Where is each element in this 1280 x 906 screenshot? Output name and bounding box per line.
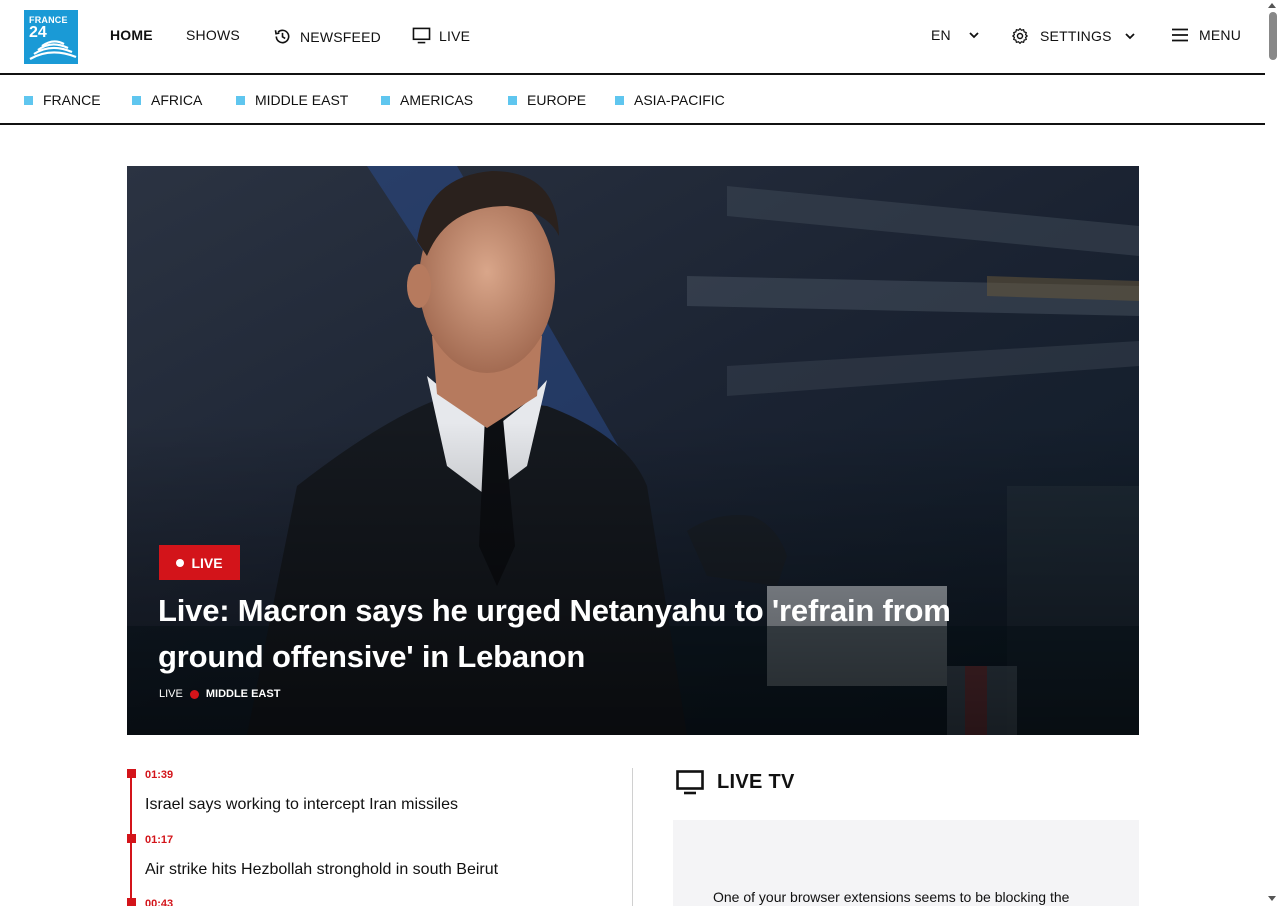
hero-meta-type: LIVE [159,688,183,700]
column-divider [632,768,633,906]
feed-time: 01:17 [145,834,174,846]
nav-home[interactable]: HOME [110,27,153,43]
settings-label: SETTINGS [1040,28,1112,44]
tv-icon [412,27,431,44]
feed-marker-icon [127,898,136,906]
live-tv-title: LIVE TV [717,771,795,793]
scroll-down-arrow-icon[interactable] [1268,896,1276,901]
history-icon [274,29,290,44]
adblock-message: One of your browser extensions seems to … [713,889,1070,905]
region-americas[interactable]: AMERICAS [381,92,473,108]
region-label: ASIA-PACIFIC [634,92,725,108]
scroll-up-arrow-icon[interactable] [1268,3,1276,8]
region-label: AFRICA [151,92,203,108]
region-label: MIDDLE EAST [255,92,349,108]
region-square-icon [615,95,624,105]
live-badge-label: LIVE [191,554,223,571]
nav-home-label: HOME [110,27,153,43]
menu-label: MENU [1199,27,1242,43]
tv-icon [676,770,704,795]
region-square-icon [236,95,245,105]
nav-live[interactable]: LIVE [412,27,470,44]
region-france[interactable]: FRANCE [24,92,101,108]
gear-icon [1012,27,1028,45]
region-label: AMERICAS [400,92,474,108]
nav-newsfeed-label: NEWSFEED [300,28,381,45]
logo-text-24: 24 [29,24,47,41]
language-selector[interactable]: EN [931,27,980,43]
region-europe[interactable]: EUROPE [508,92,586,108]
region-middle-east[interactable]: MIDDLE EAST [236,92,348,108]
hero-article[interactable]: LIVE Live: Macron says he urged Netanyah… [127,166,1139,735]
hamburger-icon [1172,28,1188,42]
feed-marker-icon [127,834,136,843]
hero-meta-category[interactable]: MIDDLE EAST [206,688,281,700]
feed-item[interactable]: Air strike hits Hezbollah stronghold in … [145,861,498,879]
settings-button[interactable]: SETTINGS [1011,27,1136,45]
top-header: FRANCE 24 HOME SHOWS NEWSFEED LIVE EN SE… [0,0,1265,75]
hero-headline[interactable]: Live: Macron says he urged Netanyahu to … [158,588,1058,680]
feed-item[interactable]: Israel says working to intercept Iran mi… [145,796,458,814]
nav-live-label: LIVE [439,27,471,44]
region-africa[interactable]: AFRICA [132,92,202,108]
region-square-icon [508,95,517,105]
region-label: EUROPE [527,92,587,108]
feed-marker-icon [127,769,136,778]
feed-time: 01:39 [145,769,174,781]
chevron-down-icon [1124,33,1135,40]
language-label: EN [931,27,951,43]
nav-newsfeed[interactable]: NEWSFEED [273,27,381,46]
nav-shows[interactable]: SHOWS [186,27,240,43]
france24-logo[interactable]: FRANCE 24 [24,10,78,64]
chevron-down-icon [969,32,979,39]
live-tv-header[interactable]: LIVE TV [676,770,795,795]
region-label: FRANCE [43,92,101,108]
nav-shows-label: SHOWS [186,27,240,43]
region-asia-pacific[interactable]: ASIA-PACIFIC [615,92,725,108]
scroll-thumb[interactable] [1269,12,1277,60]
page-scrollbar[interactable] [1265,0,1280,906]
live-dot-icon [176,558,185,567]
live-badge: LIVE [159,545,240,580]
region-square-icon [132,95,141,105]
live-tv-player[interactable]: One of your browser extensions seems to … [673,820,1139,906]
region-nav: FRANCE AFRICA MIDDLE EAST AMERICAS EUROP… [0,76,1265,125]
hero-meta: LIVE MIDDLE EAST [159,688,280,700]
region-square-icon [381,95,390,105]
feed-time: 00:43 [145,898,174,906]
red-dot-icon [189,689,199,699]
region-square-icon [24,95,33,105]
menu-button[interactable]: MENU [1171,27,1241,43]
